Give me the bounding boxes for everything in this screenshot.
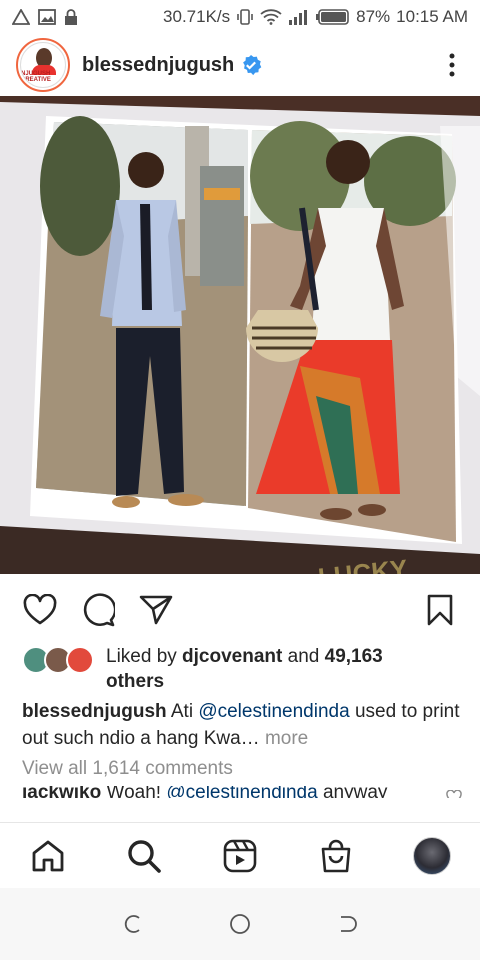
caption-username[interactable]: blessednjugush [22,701,167,722]
likes-count: 49,163 [324,646,383,667]
view-all-comments-link[interactable]: View all 1,614 comments [22,758,233,780]
battery-icon [316,9,350,25]
likes-text: Liked by djcovenant and 49,163 others [106,646,383,692]
avatar-logo: NJUGUSH CREATIVE [20,42,66,88]
recent-apps-icon[interactable] [113,904,153,944]
clock: 10:15 AM [396,7,468,26]
bottom-nav [0,822,480,888]
search-icon[interactable] [120,832,168,880]
bookmark-icon[interactable] [420,590,460,630]
post-actions [0,588,480,632]
system-nav-bar [0,888,480,960]
comment-like-icon[interactable] [446,786,462,798]
reels-icon[interactable] [216,832,264,880]
caption-more-link[interactable]: more [260,728,308,749]
signal-icon [288,9,310,25]
more-options-icon[interactable] [440,45,464,85]
vibrate-icon [236,8,254,26]
avatar-logo-text: NJUGUSH CREATIVE [21,71,51,83]
alert-triangle-icon [12,9,30,25]
battery-level: 87% [356,7,391,26]
network-speed: 30.71K/s [163,7,231,26]
post-caption: blessednjugush Ati @celestinendinda used… [22,701,460,749]
liker-avatars [22,646,102,676]
profile-tab[interactable] [408,832,456,880]
lock-icon [64,9,78,25]
liker-avatar [66,646,94,674]
send-icon[interactable] [136,590,176,630]
likes-others: others [106,671,165,692]
post-photo[interactable]: LUCKY [0,96,480,574]
profile-avatar [413,836,451,875]
caption-mention[interactable]: @celestinendinda [198,701,349,722]
back-icon[interactable] [327,904,367,944]
liker-username[interactable]: djcovenant [182,646,282,667]
comment-icon[interactable] [78,590,118,630]
heart-icon[interactable] [20,590,60,630]
author-avatar[interactable]: NJUGUSH CREATIVE [16,38,70,92]
shop-icon[interactable] [312,832,360,880]
comment-preview[interactable]: jackwiko Woah! @celestinendinda anyway [22,786,462,798]
home-circle-icon[interactable] [220,904,260,944]
wifi-icon [260,9,282,25]
status-bar: 30.71K/s 87% 10:15 AM [0,0,480,34]
post-header: NJUGUSH CREATIVE blessednjugush [0,34,480,96]
home-icon[interactable] [24,832,72,880]
author-username[interactable]: blessednjugush [82,54,234,77]
verified-badge-icon [240,54,262,76]
likes-summary[interactable]: Liked by djcovenant and 49,163 others [22,644,462,692]
image-icon [38,9,56,25]
